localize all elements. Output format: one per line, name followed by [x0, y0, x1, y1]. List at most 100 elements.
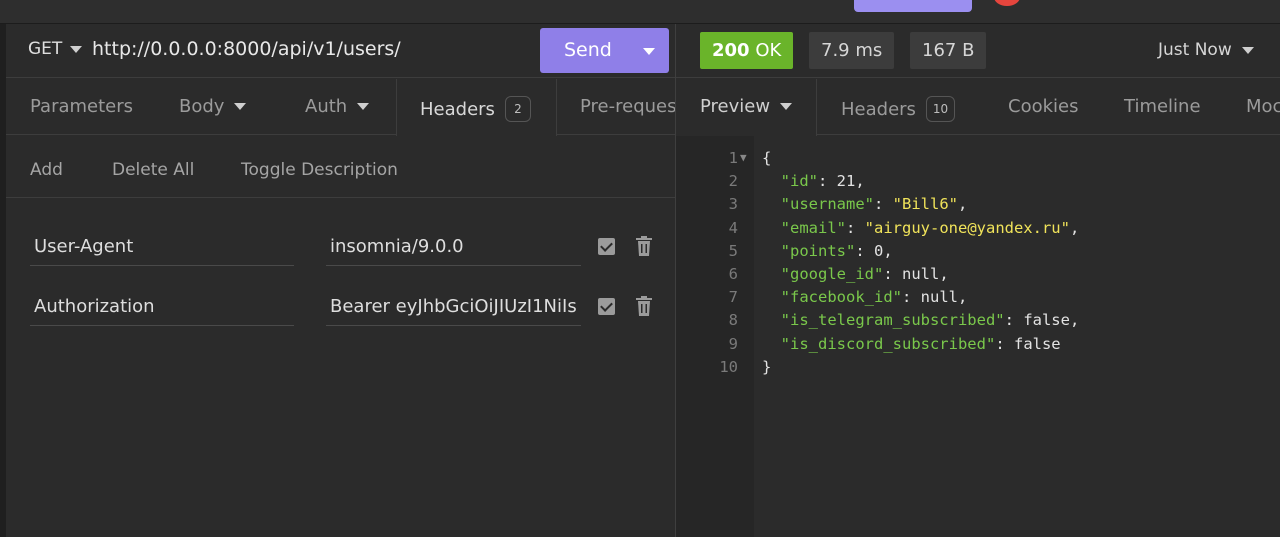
- delete-all-button[interactable]: Delete All: [112, 160, 194, 180]
- json-value: "airguy-one@yandex.ru": [864, 218, 1070, 237]
- json-key: "username": [780, 195, 874, 214]
- header-value-field[interactable]: insomnia/9.0.0: [326, 226, 581, 266]
- line-number: 1: [728, 149, 738, 167]
- fold-arrow-icon[interactable]: ▼: [740, 151, 747, 164]
- code-line: {: [762, 149, 771, 167]
- header-row: Authorization Bearer eyJhbGciOiJIUzI1NiI…: [6, 286, 676, 346]
- response-pane: 200 OK 7.9 ms 167 B Just Now Preview Hea…: [676, 24, 1280, 537]
- tab-headers[interactable]: Headers 2: [420, 96, 531, 122]
- trash-icon[interactable]: [636, 296, 652, 316]
- request-tabs: Parameters Body Auth Headers 2 Pre-reque…: [6, 79, 676, 136]
- json-key: "facebook_id": [780, 288, 902, 307]
- chevron-down-icon: [234, 103, 247, 110]
- tab-pre-request[interactable]: Pre-reques: [580, 96, 676, 117]
- line-number: 9: [728, 334, 738, 353]
- header-enabled-checkbox[interactable]: [598, 298, 615, 315]
- headers-count-badge: 2: [504, 96, 531, 122]
- chevron-down-icon[interactable]: [643, 48, 655, 55]
- tab-response-headers[interactable]: Headers 10: [841, 96, 956, 122]
- tab-mock[interactable]: Moc: [1246, 96, 1280, 117]
- json-value: null,: [920, 288, 968, 307]
- json-value: 21,: [836, 172, 865, 191]
- line-number: 3: [728, 195, 738, 214]
- history-label: Just Now: [1158, 40, 1232, 60]
- top-strip: [0, 0, 1280, 24]
- tab-label: Headers: [420, 98, 495, 120]
- tab-label: Headers: [841, 98, 916, 120]
- line-number: 4: [728, 218, 738, 237]
- url-bar: GET http://0.0.0.0:8000/api/v1/users/ Se…: [6, 24, 676, 78]
- header-actions: Add Delete All Toggle Description: [6, 136, 676, 198]
- chevron-down-icon: [1241, 46, 1254, 54]
- method-dropdown[interactable]: GET: [28, 39, 83, 59]
- status-badge: 200 OK: [700, 32, 794, 69]
- json-key: "email": [780, 218, 846, 237]
- json-brace: }: [762, 357, 772, 376]
- response-time-badge: 7.9 ms: [809, 32, 895, 69]
- tab-auth[interactable]: Auth: [305, 96, 370, 117]
- code-line: "username": "Bill6",: [780, 195, 968, 214]
- tab-preview[interactable]: Preview: [700, 96, 793, 117]
- json-comma: ,: [958, 195, 968, 214]
- tab-label: Body: [179, 96, 225, 117]
- code-line: "points": 0,: [780, 241, 893, 260]
- code-line: "is_telegram_subscribed": false,: [780, 311, 1080, 330]
- tab-label: Preview: [700, 96, 771, 117]
- top-action-button[interactable]: [854, 0, 972, 12]
- tab-body[interactable]: Body: [179, 96, 247, 117]
- line-number: 7: [728, 288, 738, 307]
- json-value: 0,: [874, 241, 893, 260]
- status-text: OK: [755, 40, 782, 61]
- header-row: User-Agent insomnia/9.0.0: [6, 226, 676, 286]
- tab-label: Timeline: [1124, 96, 1201, 117]
- code-line: "facebook_id": null,: [780, 288, 968, 307]
- chevron-down-icon: [780, 103, 793, 110]
- status-code: 200: [712, 40, 750, 61]
- send-button[interactable]: Send: [540, 28, 669, 73]
- json-key: "id": [780, 172, 818, 191]
- trash-icon[interactable]: [636, 236, 652, 256]
- tab-label: Parameters: [30, 96, 134, 117]
- header-name-field[interactable]: User-Agent: [30, 226, 294, 266]
- json-value: "Bill6": [892, 195, 958, 214]
- method-label: GET: [28, 39, 63, 59]
- chevron-down-icon: [357, 103, 370, 110]
- response-tabs: Preview Headers 10 Cookies Timeline Moc: [676, 79, 1280, 136]
- tab-cookies[interactable]: Cookies: [1008, 96, 1078, 117]
- json-key: "points": [780, 241, 856, 260]
- line-number: 2: [728, 172, 738, 191]
- code-line: }: [762, 358, 771, 376]
- header-name-field[interactable]: Authorization: [30, 286, 294, 326]
- history-dropdown[interactable]: Just Now: [1158, 40, 1254, 60]
- tab-label: Moc: [1246, 96, 1280, 117]
- chevron-down-icon: [70, 45, 83, 53]
- json-value: false,: [1023, 311, 1080, 330]
- response-status-bar: 200 OK 7.9 ms 167 B Just Now: [676, 24, 1280, 78]
- line-number: 10: [719, 357, 738, 376]
- add-header-button[interactable]: Add: [30, 160, 63, 180]
- line-number: 6: [728, 265, 738, 283]
- json-key: "is_discord_subscribed": [780, 334, 996, 353]
- json-comma: ,: [1069, 218, 1080, 237]
- header-enabled-checkbox[interactable]: [598, 238, 615, 255]
- url-input[interactable]: http://0.0.0.0:8000/api/v1/users/: [92, 38, 401, 60]
- code-line: "google_id": null,: [780, 265, 949, 283]
- json-key: "is_telegram_subscribed": [780, 311, 1005, 330]
- json-value: false: [1013, 334, 1061, 353]
- code-line: "id": 21,: [780, 172, 865, 191]
- json-value: null,: [902, 265, 949, 283]
- json-brace: {: [762, 149, 772, 167]
- response-body-viewer[interactable]: 1 2 3 4 5 6 7 8 9 10 ▼ { "id": 21, "username": "B…: [676, 136, 1280, 537]
- tab-parameters[interactable]: Parameters: [30, 96, 133, 117]
- tab-timeline[interactable]: Timeline: [1124, 96, 1201, 117]
- response-headers-count-badge: 10: [925, 96, 956, 122]
- response-size-badge: 167 B: [910, 32, 987, 69]
- header-value-field[interactable]: Bearer eyJhbGciOiJIUzI1NiIs: [326, 286, 581, 326]
- code-line: "is_discord_subscribed": false: [780, 334, 1061, 353]
- toggle-description-button[interactable]: Toggle Description: [241, 160, 398, 180]
- notification-dot: [994, 0, 1020, 6]
- send-label: Send: [564, 39, 612, 61]
- tab-label: Cookies: [1008, 96, 1079, 117]
- json-key: "google_id": [780, 265, 884, 283]
- code-line: "email": "airguy-one@yandex.ru",: [780, 218, 1080, 237]
